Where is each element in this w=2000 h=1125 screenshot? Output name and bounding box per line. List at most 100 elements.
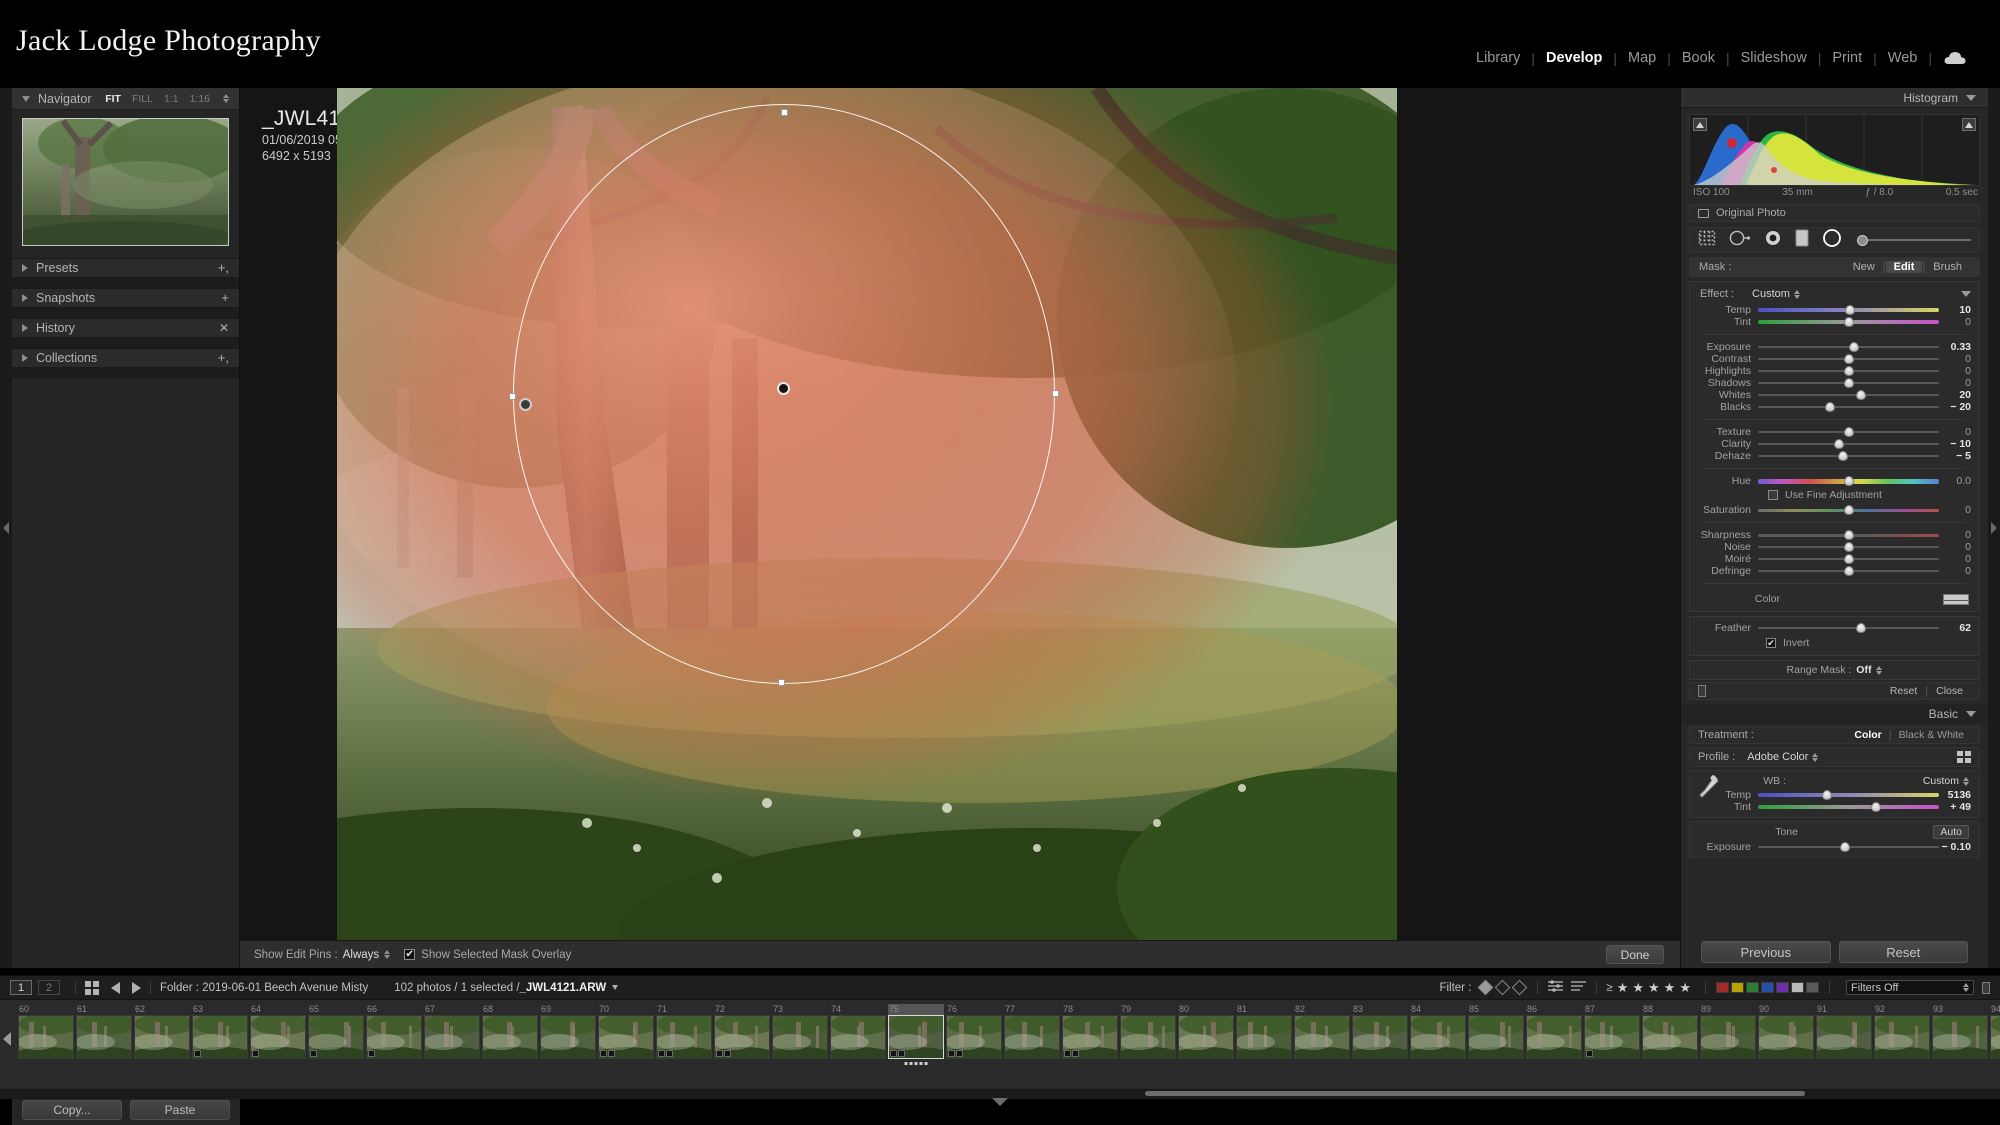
filmstrip-thumbnail-image[interactable] [482,1015,538,1059]
sort-order-icon[interactable] [1570,979,1587,997]
slider-tint-track[interactable] [1758,316,1939,328]
slider-moire[interactable]: Moiré 0 [1690,553,1979,565]
filmstrip-thumbnail-image[interactable] [76,1015,132,1059]
filmstrip-thumbnail-image[interactable] [1178,1015,1234,1059]
auto-tone-button[interactable]: Auto [1933,825,1969,839]
sidebar-item-presets[interactable]: Presets +, [12,258,239,278]
profile-stepper-icon[interactable] [1812,752,1819,762]
attribute-filter-icon[interactable] [1547,979,1564,997]
filmstrip-thumbnail[interactable]: 92 [1874,1004,1930,1059]
arrow-left-icon[interactable] [111,981,120,994]
slider-hue[interactable]: Hue 0.0 [1690,475,1979,487]
slider-contrast[interactable]: Contrast 0 [1690,353,1979,365]
chevron-down-icon[interactable] [1966,711,1976,717]
filmstrip-thumbnail[interactable]: 78 [1062,1004,1118,1059]
filmstrip-thumbnail-image[interactable] [598,1015,654,1059]
slider-whites[interactable]: Whites 20 [1690,389,1979,401]
reset-button[interactable]: Reset [1838,941,1968,963]
wb-row[interactable]: WB : Custom [1690,774,1979,789]
slider-temp-track[interactable] [1758,304,1939,316]
navigator-header[interactable]: Navigator FIT FILL 1:1 1:16 [12,88,239,110]
copy-button[interactable]: Copy... [22,1100,122,1120]
invert-checkbox[interactable] [1766,638,1776,648]
plus-icon[interactable]: +, [218,261,229,274]
filmstrip-thumbnail[interactable]: 68 [482,1004,538,1059]
effect-stepper-icon[interactable] [1793,289,1800,299]
show-mask-overlay-checkbox[interactable] [404,949,416,960]
slider-highlights-track[interactable] [1758,365,1939,377]
zoom-1-1[interactable]: 1:1 [164,93,179,105]
color-label-purple[interactable] [1776,982,1789,993]
filmstrip-thumbnail-image[interactable] [308,1015,364,1059]
crop-overlay-icon[interactable] [1698,230,1716,251]
filmstrip-thumbnail-image[interactable] [1004,1015,1060,1059]
slider-sharpness[interactable]: Sharpness 0 [1690,529,1979,541]
flag-picked-icon[interactable] [1478,979,1494,996]
show-edit-pins-stepper-icon[interactable] [384,950,391,959]
filmstrip-scrollbar-thumb[interactable] [1145,1091,1805,1096]
filmstrip-thumbnail[interactable]: 79 [1120,1004,1176,1059]
filmstrip-thumbnail-image[interactable] [1816,1015,1872,1059]
source-label[interactable]: Folder : 2019-06-01 Beech Avenue Misty [160,982,368,994]
invert-row[interactable]: Invert [1690,634,1979,651]
filmstrip-thumbnail[interactable]: 76 [946,1004,1002,1059]
effect-collapse-icon[interactable] [1961,291,1971,297]
slider-texture-track[interactable] [1758,426,1939,438]
filmstrip-thumbnail-image[interactable] [1526,1015,1582,1059]
slider-basic-tint[interactable]: Tint + 49 [1690,801,1979,813]
module-book[interactable]: Book [1671,50,1726,66]
color-label-red[interactable] [1716,982,1729,993]
show-edit-pins-value[interactable]: Always [343,949,379,961]
filmstrip-thumbnail-image[interactable] [1468,1015,1524,1059]
slider-basic-temp-track[interactable] [1758,789,1939,801]
slider-blacks-track[interactable] [1758,401,1939,413]
module-web[interactable]: Web [1877,50,1929,66]
zoom-1-16[interactable]: 1:16 [190,93,210,105]
filmstrip-thumbnail-image[interactable] [134,1015,190,1059]
filmstrip-thumbnail[interactable]: 64 [250,1004,306,1059]
module-slideshow[interactable]: Slideshow [1730,50,1818,66]
filmstrip-thumbnail[interactable]: 91 [1816,1004,1872,1059]
filters-dropdown[interactable]: Filters Off [1846,980,1974,995]
filmstrip-thumbnail[interactable]: 83 [1352,1004,1408,1059]
identity-plate[interactable]: Jack Lodge Photography [16,24,321,58]
reset-link[interactable]: Reset [1882,685,1925,697]
filmstrip-thumbnail-image[interactable] [714,1015,770,1059]
plus-icon[interactable]: + [221,291,229,304]
zoom-fill[interactable]: FILL [132,93,153,105]
paste-button[interactable]: Paste [130,1100,230,1120]
filmstrip-thumbnail[interactable]: 84 [1410,1004,1466,1059]
module-develop[interactable]: Develop [1535,50,1613,66]
filmstrip-thumbnail[interactable]: 66 [366,1004,422,1059]
adjustment-brush-slider[interactable] [1857,234,1971,246]
effect-color-swatch[interactable] [1943,593,1969,605]
grid-view-icon[interactable] [85,980,99,995]
sidebar-item-snapshots[interactable]: Snapshots + [12,288,239,308]
filmstrip-thumbnail-image[interactable] [250,1015,306,1059]
filmstrip-thumbnail-image[interactable] [1700,1015,1756,1059]
color-label-none[interactable] [1806,982,1819,993]
slider-clarity[interactable]: Clarity − 10 [1690,438,1979,450]
mask-handle-bottom[interactable] [778,679,785,686]
close-icon[interactable]: ✕ [219,321,229,335]
slider-tint[interactable]: Tint 0 [1690,316,1979,328]
filmstrip-thumbnail-image[interactable] [830,1015,886,1059]
zoom-stepper-icon[interactable] [223,94,229,103]
treatment-bw-button[interactable]: Black & White [1892,729,1971,741]
slider-noise[interactable]: Noise 0 [1690,541,1979,553]
slider-saturation[interactable]: Saturation 0 [1690,504,1979,516]
flag-rejected-icon[interactable] [1512,979,1528,996]
mask-handle-left[interactable] [509,393,516,400]
filmstrip-thumbnail[interactable]: 80 [1178,1004,1234,1059]
filmstrip-collapse-icon[interactable] [992,1098,1008,1106]
navigator-preview-thumbnail[interactable] [22,118,229,246]
color-label-blue[interactable] [1761,982,1774,993]
filmstrip-thumbnail-image[interactable] [366,1015,422,1059]
rating-comparator[interactable]: ≥ [1606,982,1612,994]
slider-shadows-track[interactable] [1758,377,1939,389]
filmstrip-thumbnail[interactable]: 87 [1584,1004,1640,1059]
filmstrip-thumbnail[interactable]: 93 [1932,1004,1988,1059]
selection-dropdown-icon[interactable] [612,985,619,990]
range-mask-stepper-icon[interactable] [1876,665,1883,675]
filmstrip-thumbnail-image[interactable] [1410,1015,1466,1059]
